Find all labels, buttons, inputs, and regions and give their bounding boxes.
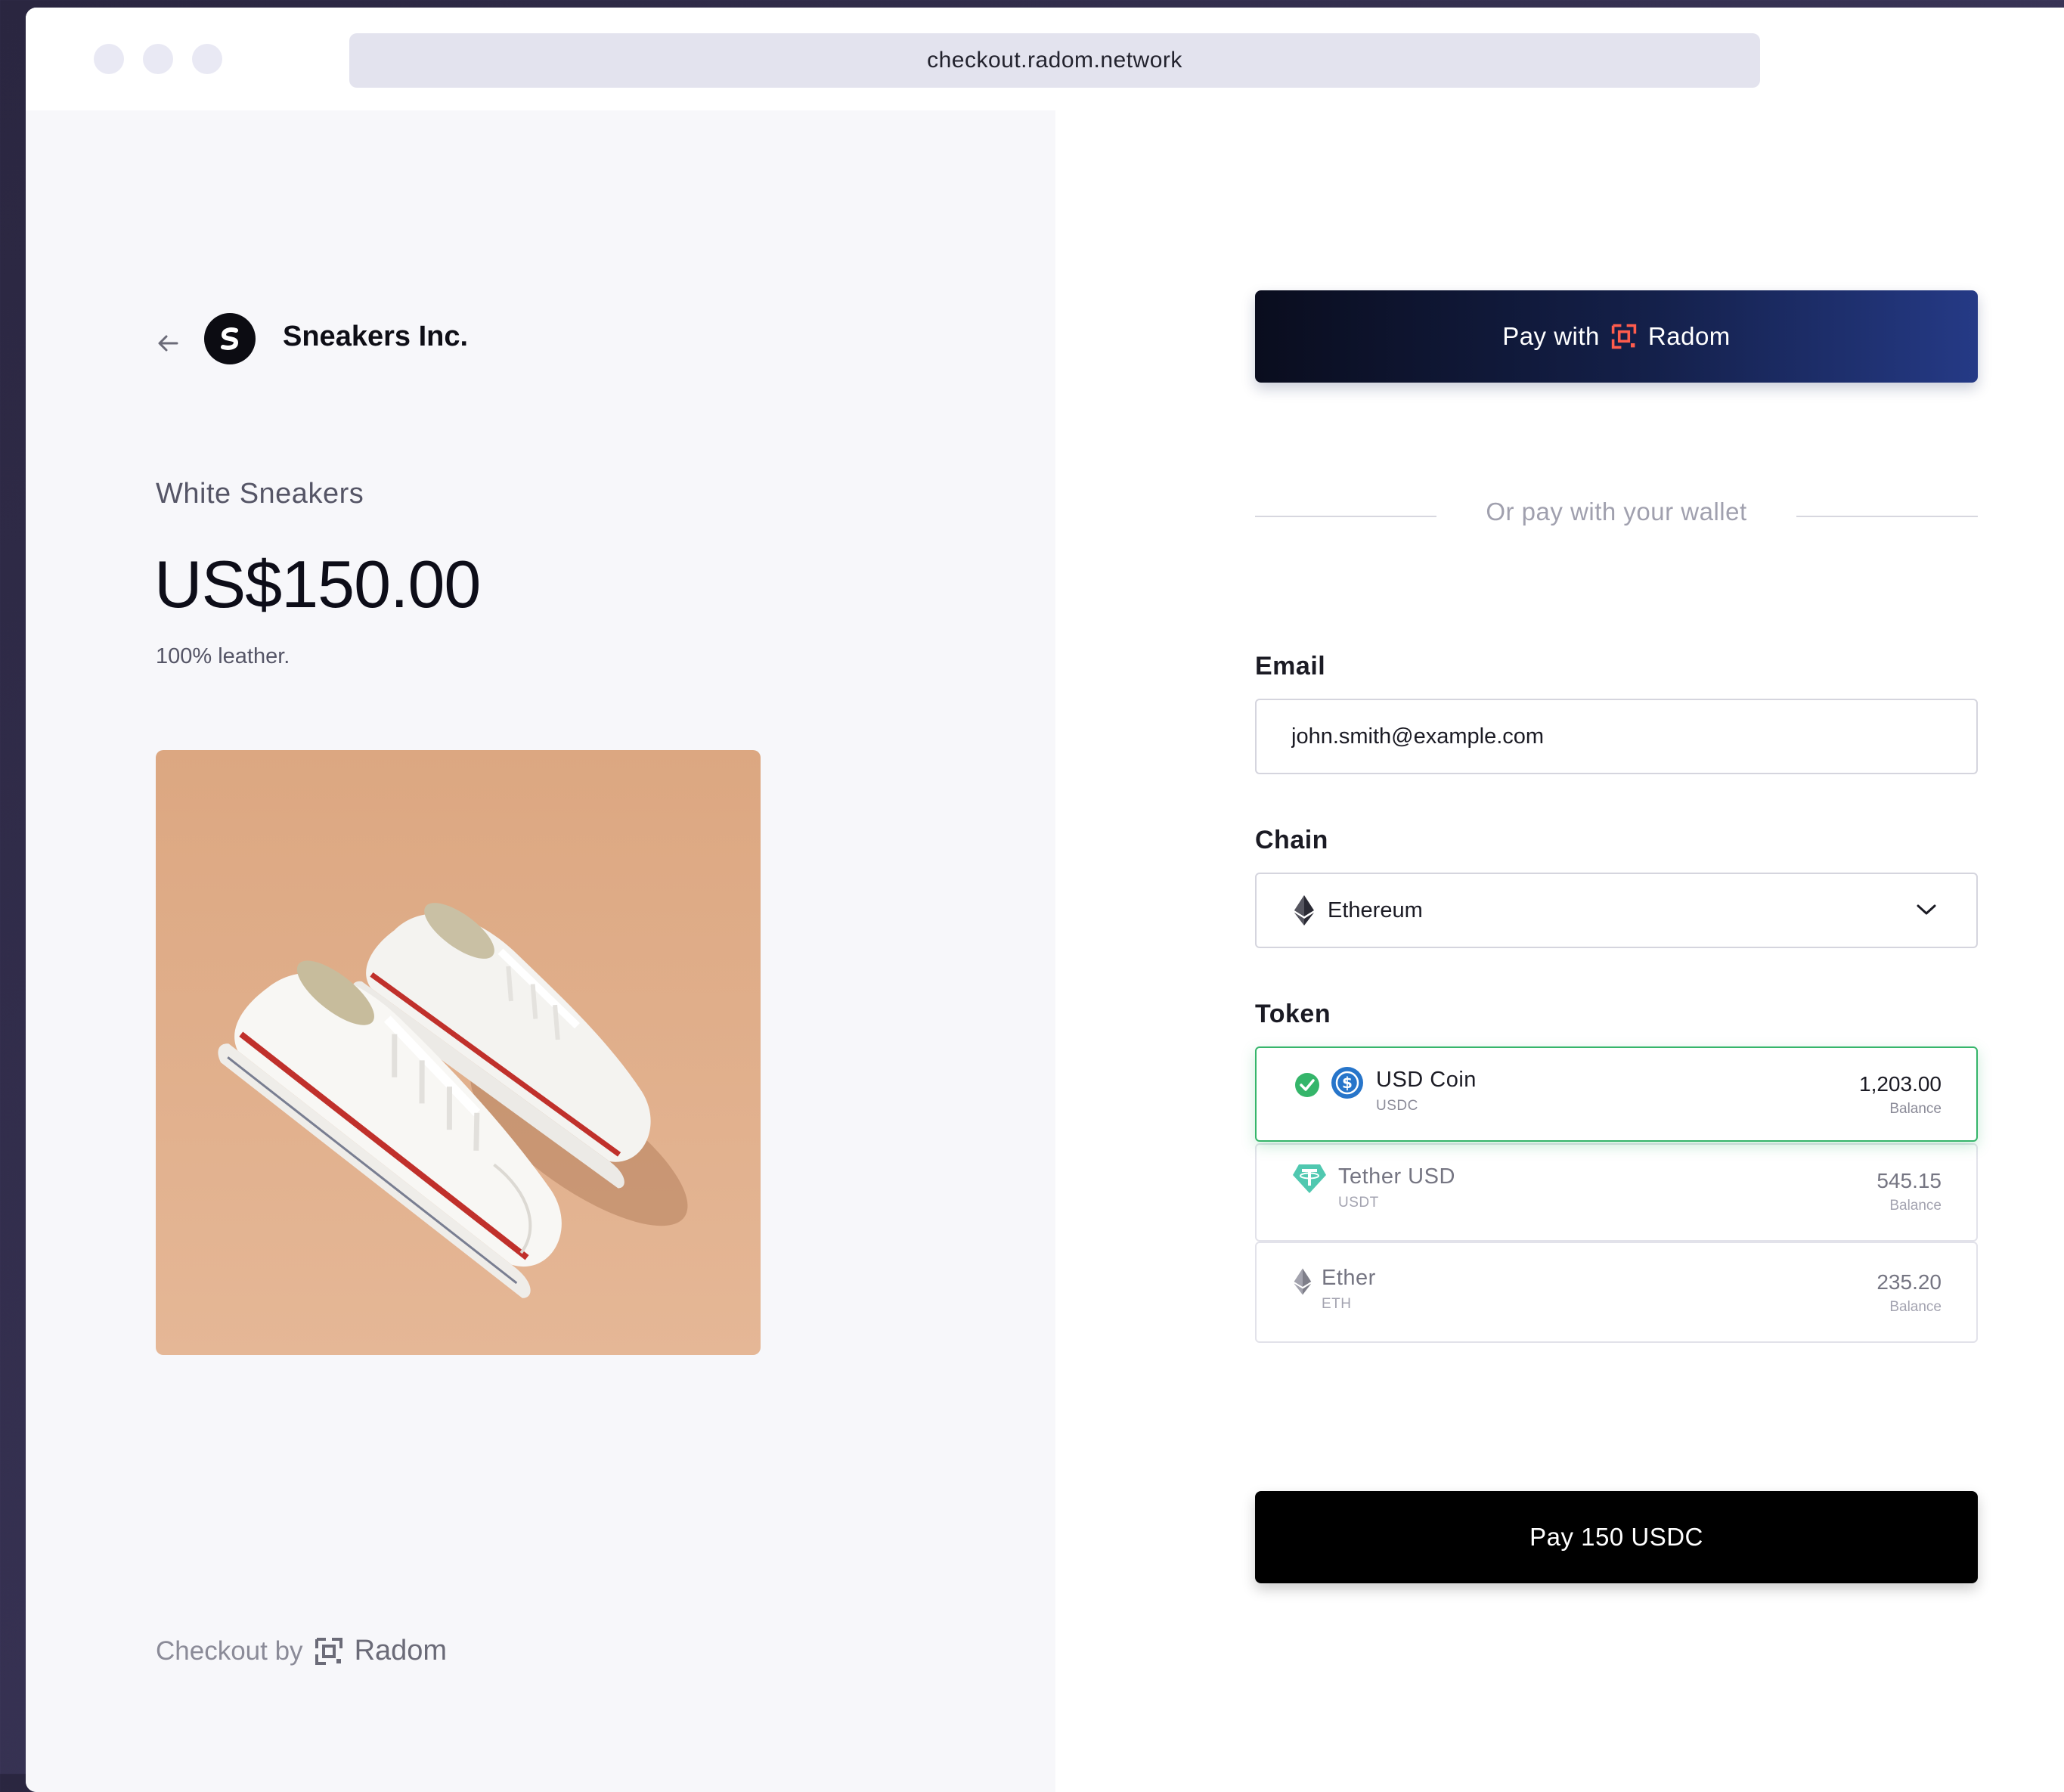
window-maximize-button[interactable]: [192, 44, 222, 74]
product-name: White Sneakers: [156, 478, 364, 510]
radom-brand-label: Radom: [1647, 322, 1731, 350]
token-name: USD Coin: [1376, 1068, 1477, 1092]
token-symbol: ETH: [1322, 1296, 1352, 1312]
product-image: [156, 750, 761, 1355]
order-summary-panel: Sneakers Inc. White Sneakers US$150.00 1…: [26, 110, 1055, 1792]
address-bar[interactable]: checkout.radom.network: [349, 33, 1760, 88]
merchant-logo: [204, 313, 256, 364]
divider-right: [1796, 516, 1978, 517]
chain-select[interactable]: Ethereum: [1255, 873, 1978, 948]
ethereum-icon: [1294, 1268, 1312, 1295]
email-label: Email: [1255, 652, 1326, 681]
product-description: 100% leather.: [156, 644, 290, 668]
radom-logo-icon: [315, 1637, 342, 1665]
window-minimize-button[interactable]: [143, 44, 173, 74]
token-option-usdc[interactable]: $ USD Coin USDC 1,203.00 Balance: [1255, 1046, 1978, 1142]
token-balance: 545.15: [1877, 1169, 1942, 1192]
tether-icon: [1293, 1164, 1326, 1193]
ethereum-icon: [1294, 895, 1314, 925]
token-balance: 235.20: [1877, 1270, 1942, 1294]
token-name: Tether USD: [1338, 1164, 1455, 1189]
checkout-by-label: Checkout by: [156, 1635, 303, 1666]
token-symbol: USDT: [1338, 1195, 1379, 1211]
chain-selected-value: Ethereum: [1328, 898, 1423, 922]
check-circle-icon: [1295, 1073, 1319, 1097]
payment-panel: Pay with Radom Or pay with your wallet E…: [1055, 110, 2064, 1792]
chevron-down-icon: [1917, 904, 1936, 915]
token-name: Ether: [1322, 1266, 1376, 1290]
email-field[interactable]: [1255, 699, 1978, 774]
svg-text:$: $: [1342, 1074, 1353, 1092]
token-symbol: USDC: [1376, 1098, 1418, 1114]
chain-label: Chain: [1255, 826, 1328, 854]
usdc-icon: $: [1331, 1067, 1363, 1099]
back-arrow-icon[interactable]: [153, 328, 183, 358]
window-close-button[interactable]: [94, 44, 124, 74]
token-balance-label: Balance: [1889, 1198, 1942, 1214]
token-option-usdt[interactable]: Tether USD USDT 545.15 Balance: [1255, 1143, 1978, 1242]
browser-window: checkout.radom.network Sneakers Inc. Whi…: [26, 8, 2064, 1792]
token-balance-label: Balance: [1889, 1299, 1942, 1315]
merchant-s-icon: [221, 327, 239, 350]
sneakers-illustration: [156, 750, 761, 1355]
browser-chrome: checkout.radom.network: [26, 8, 2064, 110]
radom-logo-icon: [1611, 324, 1637, 349]
pay-button[interactable]: Pay 150 USDC: [1255, 1491, 1978, 1583]
checkout-by-radom[interactable]: Checkout by Radom: [156, 1635, 447, 1667]
token-label: Token: [1255, 1000, 1331, 1028]
product-price: US$150.00: [154, 547, 481, 622]
checkout-by-brand: Radom: [354, 1635, 448, 1666]
divider-text: Or pay with your wallet: [1486, 498, 1747, 526]
token-option-eth[interactable]: Ether ETH 235.20 Balance: [1255, 1242, 1978, 1343]
merchant-name: Sneakers Inc.: [283, 321, 469, 352]
pay-with-label: Pay with: [1502, 322, 1600, 350]
token-balance: 1,203.00: [1859, 1072, 1942, 1096]
address-bar-url: checkout.radom.network: [927, 48, 1182, 73]
token-balance-label: Balance: [1889, 1101, 1942, 1117]
pay-with-radom-button[interactable]: Pay with Radom: [1255, 290, 1978, 383]
